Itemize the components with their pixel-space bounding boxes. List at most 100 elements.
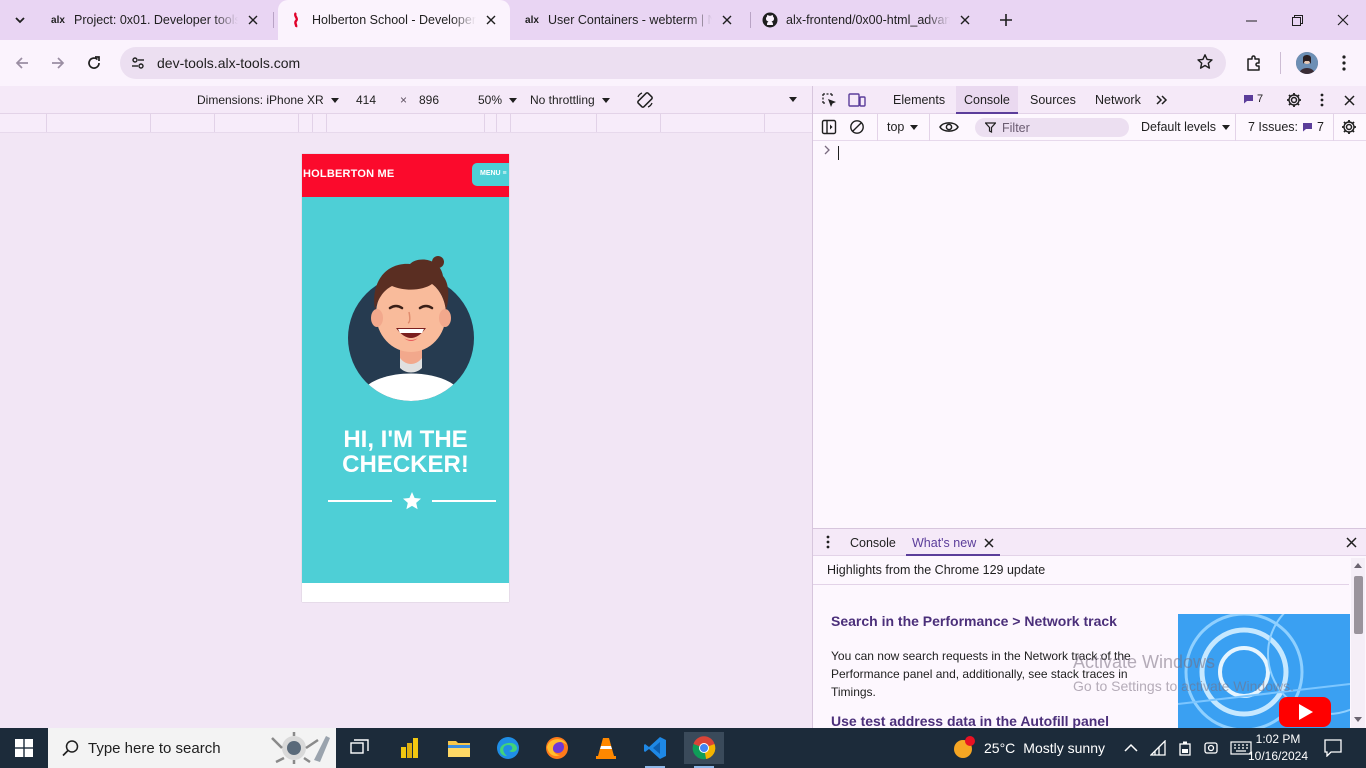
site-menu-button[interactable]: MENU ≡: [472, 163, 509, 186]
browser-menu-button[interactable]: [1330, 49, 1358, 77]
puzzle-icon: [1247, 55, 1260, 71]
drawer-menu-icon[interactable]: [819, 533, 837, 551]
inspect-element-icon[interactable]: [820, 91, 838, 109]
caret-down-icon: [789, 97, 797, 102]
url-text: dev-tools.alx-tools.com: [157, 55, 301, 71]
network-icon[interactable]: [1150, 740, 1166, 756]
width-value: 414: [356, 93, 377, 107]
close-icon[interactable]: [956, 11, 974, 29]
sidebar-toggle-icon[interactable]: [820, 118, 838, 136]
scroll-up-icon[interactable]: [1354, 562, 1362, 568]
drawer-tab-console[interactable]: Console: [850, 536, 896, 550]
tab-network[interactable]: Network: [1095, 93, 1141, 107]
restore-button[interactable]: [1274, 0, 1320, 40]
taskbar-app-powerbi[interactable]: [390, 732, 430, 764]
width-input[interactable]: 414: [356, 93, 376, 107]
forward-button[interactable]: [44, 49, 72, 77]
article-title[interactable]: Use test address data in the Autofill pa…: [831, 713, 1109, 729]
site-brand[interactable]: HOLBERTON ME: [303, 168, 394, 180]
taskbar-app-vlc[interactable]: [586, 732, 626, 764]
devtools-menu-icon[interactable]: [1313, 91, 1331, 109]
drawer-tab-whats-new[interactable]: What's new: [906, 529, 1001, 556]
caret-down-icon: [910, 124, 919, 130]
height-value: 896: [419, 93, 440, 107]
browser-tab[interactable]: alx-frontend/0x00-html_advanc: [752, 0, 984, 40]
tab-sources[interactable]: Sources: [1030, 93, 1076, 107]
battery-icon[interactable]: [1178, 740, 1192, 756]
hero-heading: HI, I'M THE CHECKER!: [342, 426, 469, 478]
close-icon[interactable]: [244, 11, 262, 29]
taskbar-app-firefox[interactable]: [537, 732, 577, 764]
browser-tab[interactable]: alx Project: 0x01. Developer tools |: [40, 0, 272, 40]
more-vertical-icon: [1342, 55, 1346, 71]
back-button[interactable]: [8, 49, 36, 77]
rotate-button[interactable]: [636, 91, 654, 109]
close-window-button[interactable]: [1320, 0, 1366, 40]
youtube-play-icon[interactable]: [1278, 696, 1332, 728]
profile-avatar[interactable]: [1296, 52, 1318, 74]
devtools-settings-icon[interactable]: [1285, 91, 1303, 109]
device-select[interactable]: Dimensions: iPhone XR: [197, 93, 339, 107]
devtools-tabbar: Elements Console Sources Network 7: [813, 86, 1366, 114]
address-bar[interactable]: dev-tools.alx-tools.com: [120, 47, 1226, 79]
taskbar-search-box[interactable]: Type here to search: [48, 728, 336, 768]
extensions-button[interactable]: [1240, 49, 1268, 77]
taskbar-app-file-explorer[interactable]: [439, 732, 479, 764]
new-tab-button[interactable]: [994, 8, 1018, 32]
tab-search-button[interactable]: [6, 6, 34, 34]
start-button[interactable]: [0, 728, 48, 768]
drawer-scrollbar[interactable]: [1351, 558, 1365, 729]
live-expression-eye-icon[interactable]: [938, 118, 960, 136]
firefox-icon: [546, 737, 568, 759]
close-drawer-icon[interactable]: [1342, 533, 1360, 551]
scroll-down-icon[interactable]: [1354, 717, 1362, 723]
vlc-cone-icon: [596, 738, 616, 759]
throttling-select[interactable]: No throttling: [530, 93, 610, 107]
site-info-icon[interactable]: [122, 47, 154, 79]
clear-console-icon[interactable]: [848, 118, 866, 136]
console-settings-icon[interactable]: [1340, 118, 1358, 136]
taskbar-app-chrome[interactable]: [684, 732, 724, 768]
taskbar-app-vscode[interactable]: [635, 732, 675, 768]
message-counter[interactable]: 7: [1243, 93, 1263, 105]
device-toolbar-menu[interactable]: [786, 97, 797, 102]
browser-tab-active[interactable]: Holberton School - Developer t: [278, 0, 510, 40]
taskbar-app-edge[interactable]: [488, 732, 528, 764]
task-view-button[interactable]: [340, 732, 380, 764]
article-title[interactable]: Search in the Performance > Network trac…: [831, 613, 1117, 629]
filter-icon: [985, 122, 996, 133]
close-icon[interactable]: [718, 11, 736, 29]
close-icon[interactable]: [984, 538, 994, 548]
weather-widget[interactable]: 25°C Mostly sunny: [952, 728, 1105, 768]
console-prompt-chevron-icon: [823, 145, 831, 158]
bookmark-star-icon[interactable]: [1196, 53, 1214, 74]
console-filter-input[interactable]: Filter: [975, 118, 1129, 137]
camera-icon[interactable]: [1204, 740, 1218, 756]
reload-button[interactable]: [80, 49, 108, 77]
device-toggle-icon[interactable]: [848, 91, 866, 109]
media-query-ruler[interactable]: [0, 114, 812, 133]
notifications-button[interactable]: [1324, 728, 1342, 768]
filter-placeholder: Filter: [1002, 120, 1030, 135]
phone-screen: HOLBERTON ME MENU ≡ HI, I'M THE CHECKER!: [302, 154, 509, 602]
browser-tab[interactable]: alx User Containers - webterm | Na: [514, 0, 746, 40]
close-icon[interactable]: [482, 11, 500, 29]
zoom-select[interactable]: 50%: [478, 93, 518, 107]
chevron-up-icon[interactable]: [1124, 743, 1138, 753]
tab-console[interactable]: Console: [956, 86, 1018, 114]
close-devtools-icon[interactable]: [1340, 91, 1358, 109]
edge-icon: [497, 737, 519, 759]
height-input[interactable]: 896: [419, 93, 439, 107]
tab-elements[interactable]: Elements: [893, 93, 945, 107]
log-levels-select[interactable]: Default levels: [1141, 120, 1231, 134]
system-clock[interactable]: 1:02 PM 10/16/2024: [1246, 731, 1310, 765]
scrollbar-thumb[interactable]: [1354, 576, 1363, 634]
context-select[interactable]: top: [887, 120, 919, 134]
issues-counter[interactable]: 7 Issues: 7: [1248, 120, 1324, 134]
more-tabs-icon[interactable]: [1153, 91, 1171, 109]
arrow-right-icon: [52, 57, 65, 69]
console-input[interactable]: [838, 146, 839, 160]
avatar-illustration: [348, 256, 474, 401]
clock-time: 1:02 PM: [1255, 732, 1301, 746]
minimize-button[interactable]: [1228, 0, 1274, 40]
